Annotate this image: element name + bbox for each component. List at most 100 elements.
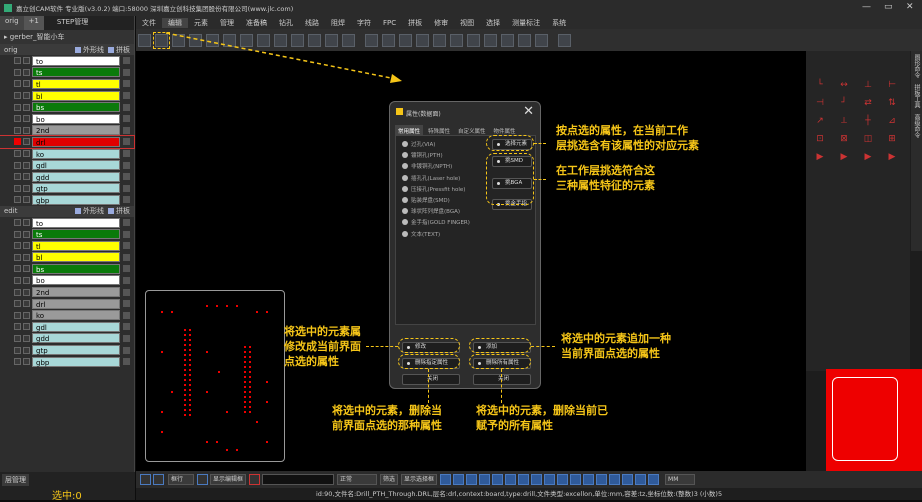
- menu-item[interactable]: 字符: [351, 18, 377, 28]
- layer-work-checkbox[interactable]: [23, 242, 30, 250]
- command-icon[interactable]: └: [814, 79, 826, 91]
- outline-checkbox[interactable]: [75, 208, 81, 215]
- command-icon[interactable]: ↗: [814, 115, 826, 127]
- polygon-icon[interactable]: [467, 33, 480, 47]
- layer-lock-icon[interactable]: [123, 358, 130, 366]
- layer-visible-checkbox[interactable]: [14, 184, 21, 192]
- menu-item[interactable]: FPC: [377, 19, 402, 27]
- layer-row[interactable]: bs: [0, 263, 134, 275]
- layer-row[interactable]: gdd: [0, 171, 134, 183]
- layer-visible-checkbox[interactable]: [14, 196, 21, 204]
- layer-work-checkbox[interactable]: [23, 196, 30, 204]
- radio-icon[interactable]: [402, 197, 408, 203]
- diagonal-icon[interactable]: [596, 474, 608, 485]
- command-icon[interactable]: ┘: [838, 97, 850, 109]
- layer-lock-icon[interactable]: [123, 150, 130, 158]
- layer-work-checkbox[interactable]: [23, 115, 30, 123]
- layer-lock-icon[interactable]: [123, 276, 130, 284]
- add-icon[interactable]: [544, 474, 556, 485]
- layer-work-checkbox[interactable]: [23, 138, 30, 146]
- pad-icon[interactable]: [518, 474, 530, 485]
- layer-work-checkbox[interactable]: [23, 57, 30, 65]
- radio-icon[interactable]: [402, 230, 408, 237]
- layer-row[interactable]: ko: [0, 309, 134, 321]
- layer-visible-checkbox[interactable]: [14, 57, 21, 65]
- layer-work-checkbox[interactable]: [23, 80, 30, 88]
- attribute-option[interactable]: 非镀铜孔(NPTH): [402, 162, 452, 170]
- grid-icon[interactable]: [635, 474, 647, 485]
- mode-select[interactable]: 框行: [168, 474, 194, 485]
- layer-visible-checkbox[interactable]: [14, 150, 21, 158]
- display-edit-box-button[interactable]: 显示编辑框: [210, 474, 247, 485]
- contour-icon[interactable]: [501, 33, 514, 47]
- menu-item[interactable]: 拼板: [402, 18, 428, 28]
- command-icon[interactable]: ▶: [886, 151, 898, 163]
- layer-visible-checkbox[interactable]: [14, 311, 21, 319]
- layer-work-checkbox[interactable]: [23, 230, 30, 238]
- attribute-option[interactable]: 文本(TEXT): [402, 230, 440, 238]
- resize-icon[interactable]: [484, 33, 497, 47]
- layer-row[interactable]: ts: [0, 67, 134, 79]
- layer-work-checkbox[interactable]: [23, 276, 30, 284]
- layer-lock-icon[interactable]: [123, 184, 130, 192]
- layer-row[interactable]: drl: [0, 298, 134, 310]
- layer-row[interactable]: gdl: [0, 321, 134, 333]
- layer-work-checkbox[interactable]: [23, 253, 30, 261]
- layer-lock-icon[interactable]: [123, 242, 130, 250]
- layer-row[interactable]: bl: [0, 252, 134, 264]
- attribute-option[interactable]: 过孔(VIA): [402, 140, 435, 148]
- layer-row[interactable]: gtp: [0, 183, 134, 195]
- layer-visible-checkbox[interactable]: [14, 230, 21, 238]
- attribute-option[interactable]: 球状阵列焊盘(BGA): [402, 207, 460, 215]
- layer-lock-icon[interactable]: [123, 115, 130, 123]
- layer-group-header[interactable]: orig 外形线 拼板: [0, 44, 134, 55]
- menu-item[interactable]: 视图: [454, 18, 480, 28]
- layer-work-checkbox[interactable]: [23, 92, 30, 100]
- layer-work-checkbox[interactable]: [23, 68, 30, 76]
- layer-row[interactable]: gbp: [0, 356, 134, 368]
- radio-icon[interactable]: [402, 163, 408, 170]
- command-icon[interactable]: ⟂: [838, 115, 850, 127]
- next-icon[interactable]: [153, 474, 164, 485]
- tab-step-manager[interactable]: STEP管理: [52, 16, 93, 30]
- tab-add[interactable]: +1: [23, 16, 44, 30]
- radio-icon[interactable]: [402, 208, 408, 215]
- layer-lock-icon[interactable]: [123, 311, 130, 319]
- layer-lock-icon[interactable]: [123, 288, 130, 296]
- layers-icon[interactable]: [557, 474, 569, 485]
- command-icon[interactable]: ⇄: [862, 97, 874, 109]
- command-icon[interactable]: ⊠: [838, 133, 850, 145]
- crosshair-icon[interactable]: [622, 474, 634, 485]
- command-icon[interactable]: ⊢: [886, 79, 898, 91]
- layer-visible-checkbox[interactable]: [14, 173, 21, 181]
- layer-row[interactable]: tl: [0, 240, 134, 252]
- menu-item[interactable]: 元素: [188, 18, 214, 28]
- layer-lock-icon[interactable]: [123, 300, 130, 308]
- layer-work-checkbox[interactable]: [23, 334, 30, 342]
- layer-work-checkbox[interactable]: [23, 358, 30, 366]
- menu-item[interactable]: 编辑: [162, 17, 188, 28]
- layer-work-checkbox[interactable]: [23, 184, 30, 192]
- menu-item[interactable]: 线路: [299, 18, 325, 28]
- layer-work-checkbox[interactable]: [23, 288, 30, 296]
- display-box-icon[interactable]: [197, 474, 208, 485]
- command-icon[interactable]: ⊣: [814, 97, 826, 109]
- layer-visible-checkbox[interactable]: [14, 323, 21, 331]
- layer-row[interactable]: bs: [0, 101, 134, 113]
- layer-work-checkbox[interactable]: [23, 265, 30, 273]
- layer-row[interactable]: tl: [0, 78, 134, 90]
- layer-row[interactable]: bo: [0, 275, 134, 287]
- layer-lock-icon[interactable]: [123, 138, 130, 146]
- cross-icon[interactable]: [492, 474, 504, 485]
- layer-lock-icon[interactable]: [123, 265, 130, 273]
- menu-item[interactable]: 管理: [214, 18, 240, 28]
- command-icon[interactable]: ⇅: [886, 97, 898, 109]
- target-icon[interactable]: [249, 474, 261, 485]
- layer-work-checkbox[interactable]: [23, 311, 30, 319]
- polygon-icon[interactable]: [479, 474, 491, 485]
- layer-visible-checkbox[interactable]: [14, 138, 21, 146]
- close-window-button[interactable]: ✕: [906, 2, 914, 12]
- outline-checkbox[interactable]: [75, 46, 81, 53]
- layer-visible-checkbox[interactable]: [14, 242, 21, 250]
- slash-icon[interactable]: [583, 474, 595, 485]
